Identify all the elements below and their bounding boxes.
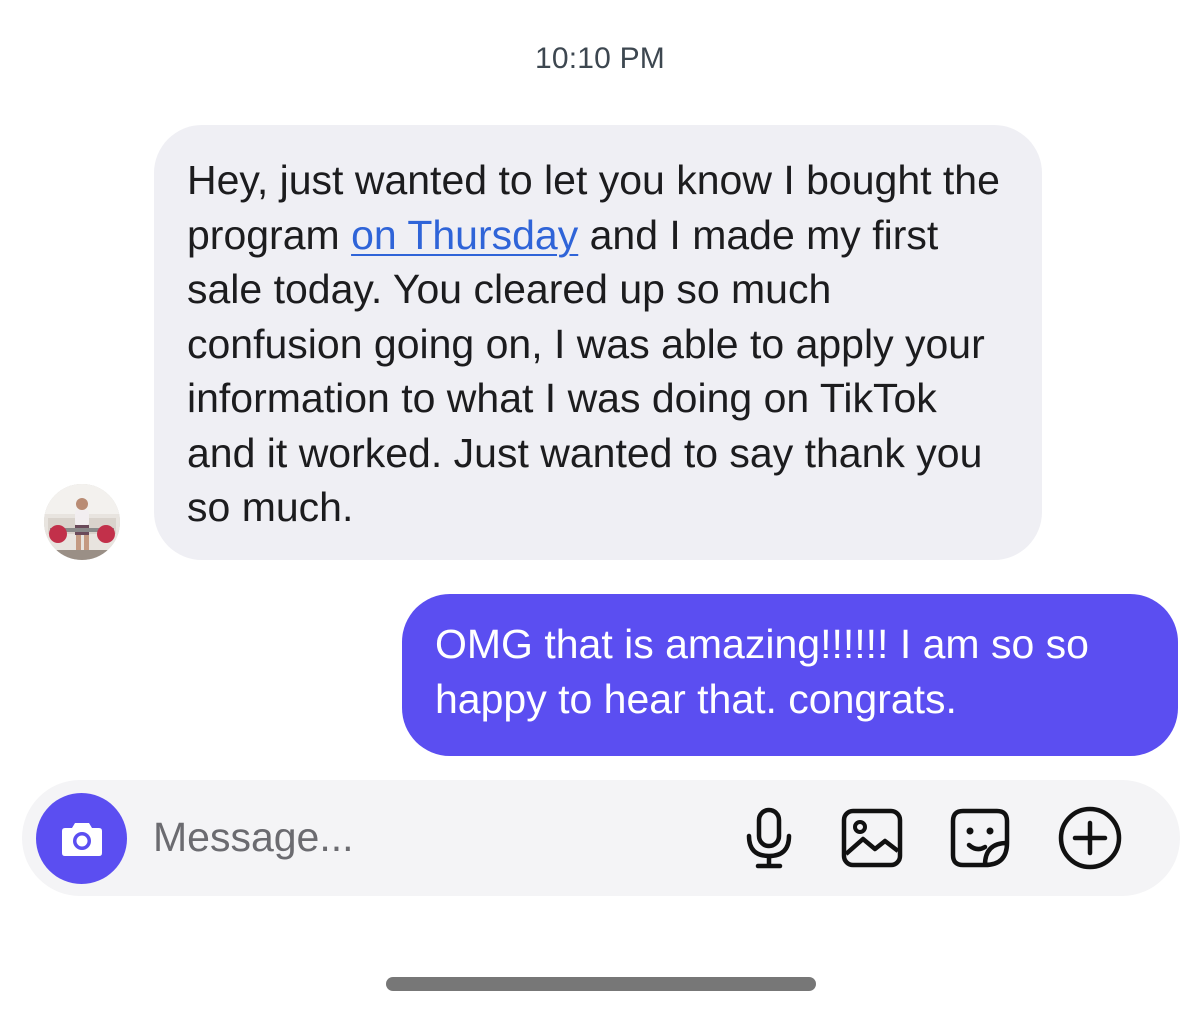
message-timestamp: 10:10 PM — [534, 42, 665, 75]
camera-icon — [61, 822, 102, 856]
microphone-icon — [746, 807, 792, 869]
outgoing-message-bubble[interactable]: OMG that is amazing!!!!!! I am so so hap… — [402, 594, 1178, 756]
date-link[interactable]: on Thursday — [351, 212, 578, 258]
gallery-icon — [841, 808, 903, 868]
message-text-part: and I made my first sale today. You clea… — [187, 211, 985, 531]
gallery-button[interactable] — [838, 804, 906, 872]
message-input[interactable] — [153, 806, 703, 868]
sender-avatar[interactable] — [44, 484, 120, 560]
plus-circle-icon — [1058, 806, 1122, 870]
sticker-icon — [950, 808, 1010, 868]
microphone-button[interactable] — [735, 804, 803, 872]
incoming-message-bubble[interactable]: Hey, just wanted to let you know I bough… — [154, 125, 1042, 560]
camera-button[interactable] — [36, 793, 127, 884]
avatar-photo-icon — [44, 484, 120, 560]
message-composer — [22, 780, 1180, 896]
add-button[interactable] — [1056, 804, 1124, 872]
sticker-button[interactable] — [946, 804, 1014, 872]
home-indicator[interactable] — [386, 977, 816, 991]
message-text: OMG that is amazing!!!!!! I am so so hap… — [435, 621, 1089, 722]
dm-thread-screen: 10:10 PM Hey, just wanted to let you kno… — [0, 0, 1200, 1013]
